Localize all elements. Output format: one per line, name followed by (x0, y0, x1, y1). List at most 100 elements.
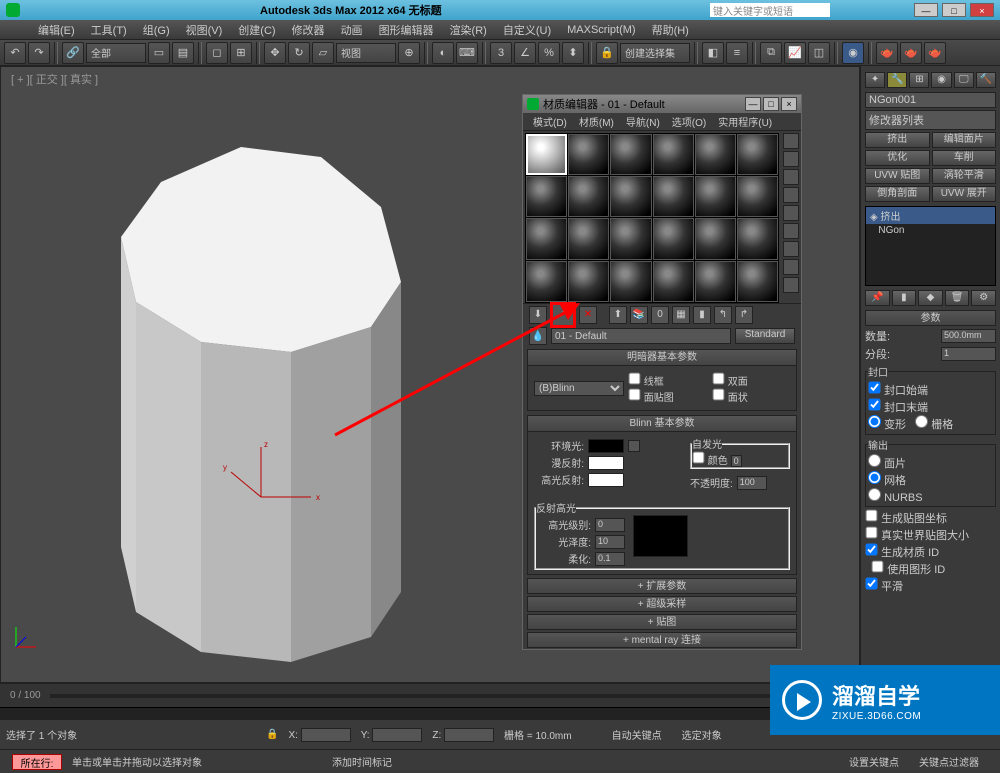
layer-button[interactable]: ⧉ (760, 42, 782, 64)
stack-item-ngon[interactable]: NGon (866, 224, 995, 237)
ref-coord-drop[interactable]: 视图 (336, 43, 396, 63)
render-frame-button[interactable]: 🫖 (900, 42, 922, 64)
cylinder-object[interactable]: x y z (101, 127, 421, 677)
mat-menu-mode[interactable]: 模式(D) (527, 114, 573, 129)
put-to-library-icon[interactable]: 📚 (630, 306, 648, 324)
selfillum-color-check[interactable] (693, 452, 705, 464)
select-move-button[interactable]: ✥ (264, 42, 286, 64)
make-preview-icon[interactable] (783, 223, 799, 239)
mat-effects-icon[interactable]: 0 (651, 306, 669, 324)
menu-maxscript[interactable]: MAXScript(M) (559, 24, 643, 36)
mat-menu-material[interactable]: 材质(M) (573, 114, 620, 129)
video-color-icon[interactable] (783, 205, 799, 221)
material-slot[interactable] (610, 176, 651, 217)
material-slot[interactable] (737, 218, 778, 259)
stack-item-extrude[interactable]: ◈ 挤出 (866, 207, 995, 224)
window-crossing-button[interactable]: ⊞ (230, 42, 252, 64)
z-spinner[interactable] (444, 728, 494, 742)
auto-key-button[interactable]: 自动关键点 (612, 727, 672, 742)
x-spinner[interactable] (301, 728, 351, 742)
modifier-stack[interactable]: ◈ 挤出 NGon (865, 206, 996, 286)
show-map-icon[interactable]: ▦ (672, 306, 690, 324)
selection-lock-button[interactable]: 🔒 (596, 42, 618, 64)
go-forward-icon[interactable]: ↱ (735, 306, 753, 324)
snap-button[interactable]: 3 (490, 42, 512, 64)
out-mesh-radio[interactable] (868, 471, 881, 484)
menu-modifiers[interactable]: 修改器 (284, 22, 333, 38)
material-slot[interactable] (610, 218, 651, 259)
material-slot[interactable] (653, 176, 694, 217)
gen-map-check[interactable] (866, 510, 878, 522)
material-slot[interactable] (526, 176, 567, 217)
menu-edit[interactable]: 编辑(E) (30, 22, 83, 38)
mat-min-button[interactable]: — (745, 97, 761, 111)
select-button[interactable]: ▭ (148, 42, 170, 64)
material-slot[interactable] (737, 176, 778, 217)
close-button[interactable]: × (970, 3, 994, 17)
show-end-icon[interactable]: ▮ (892, 290, 917, 306)
pivot-button[interactable]: ⊕ (398, 42, 420, 64)
lock-icon[interactable]: 🔒 (266, 729, 278, 740)
link-button[interactable]: 🔗 (62, 42, 84, 64)
object-name-field[interactable]: NGon001 (865, 92, 996, 108)
cap-start-check[interactable] (869, 382, 881, 394)
material-slot[interactable] (526, 261, 567, 302)
mod-extrude[interactable]: 挤出 (865, 132, 930, 148)
minimize-button[interactable]: — (914, 3, 938, 17)
diffuse-swatch[interactable] (588, 456, 624, 470)
render-button[interactable]: 🫖 (924, 42, 946, 64)
curve-editor-button[interactable]: 📈 (784, 42, 806, 64)
mod-lathe[interactable]: 车削 (932, 150, 997, 166)
material-slot[interactable] (610, 261, 651, 302)
assign-material-icon[interactable]: ➚ (550, 302, 576, 328)
faceted-check[interactable] (713, 389, 725, 401)
pin-stack-icon[interactable]: 📌 (865, 290, 890, 306)
named-sel-drop[interactable]: 创建选择集 (620, 43, 690, 63)
mod-uvw-unwrap[interactable]: UVW 展开 (932, 186, 997, 202)
material-name-input[interactable] (551, 328, 731, 344)
spinner-snap-button[interactable]: ⬍ (562, 42, 584, 64)
y-spinner[interactable] (372, 728, 422, 742)
mod-edit-patch[interactable]: 编辑面片 (932, 132, 997, 148)
render-setup-button[interactable]: 🫖 (876, 42, 898, 64)
mod-uvw-map[interactable]: UVW 贴图 (865, 168, 930, 184)
material-type-button[interactable]: Standard (735, 328, 795, 344)
viewport-label[interactable]: [ + ][ 正交 ][ 真实 ] (11, 71, 98, 87)
go-parent-icon[interactable]: ↰ (714, 306, 732, 324)
mentalray-rollout[interactable]: + mental ray 连接 (527, 632, 797, 648)
selection-filter-drop[interactable]: 全部 (86, 43, 146, 63)
material-slot[interactable] (568, 261, 609, 302)
align-button[interactable]: ≡ (726, 42, 748, 64)
material-slot[interactable] (568, 134, 609, 175)
create-tab-icon[interactable]: ✦ (865, 72, 885, 88)
mirror-button[interactable]: ◧ (702, 42, 724, 64)
display-tab-icon[interactable]: 🖵 (954, 72, 974, 88)
mat-close-button[interactable]: × (781, 97, 797, 111)
maps-rollout[interactable]: + 贴图 (527, 614, 797, 630)
material-slot[interactable] (695, 261, 736, 302)
material-slot[interactable] (653, 134, 694, 175)
facemap-check[interactable] (629, 389, 641, 401)
segs-spinner[interactable]: 1 (941, 347, 996, 361)
grid-radio[interactable] (915, 415, 928, 428)
specular-swatch[interactable] (588, 473, 624, 487)
smooth-check[interactable] (866, 578, 878, 590)
material-editor-window[interactable]: 材质编辑器 - 01 - Default — □ × 模式(D) 材质(M) 导… (522, 94, 802, 650)
two-sided-check[interactable] (713, 373, 725, 385)
mat-menu-utilities[interactable]: 实用程序(U) (712, 114, 778, 129)
shader-type-drop[interactable]: (B)Blinn (534, 381, 624, 396)
morph-radio[interactable] (868, 415, 881, 428)
material-slot[interactable] (653, 261, 694, 302)
utilities-tab-icon[interactable]: 🔨 (976, 72, 996, 88)
backlight-icon[interactable] (783, 151, 799, 167)
pick-material-icon[interactable]: 💧 (529, 327, 547, 345)
material-slot[interactable] (526, 134, 567, 175)
percent-snap-button[interactable]: % (538, 42, 560, 64)
supersample-rollout[interactable]: + 超级采样 (527, 596, 797, 612)
sample-uv-icon[interactable] (783, 187, 799, 203)
ambient-swatch[interactable] (588, 439, 624, 453)
mat-menu-navigate[interactable]: 导航(N) (620, 114, 666, 129)
options-icon[interactable] (783, 241, 799, 257)
menu-create[interactable]: 创建(C) (230, 22, 283, 38)
material-slot[interactable] (695, 134, 736, 175)
